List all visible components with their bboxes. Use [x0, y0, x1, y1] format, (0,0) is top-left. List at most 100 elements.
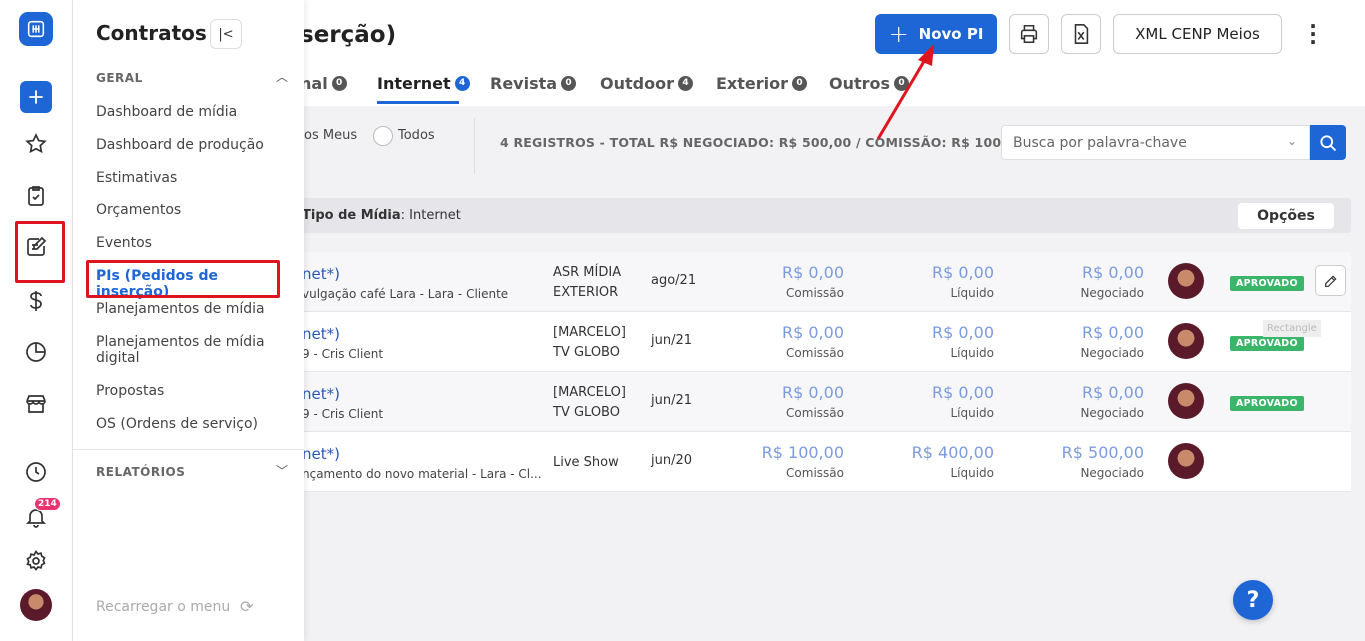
tab-jornal[interactable]: nal 0: [300, 74, 347, 93]
menu-item-dashboard-midia[interactable]: Dashboard de mídia: [96, 104, 286, 120]
new-pi-button[interactable]: + Novo PI: [875, 14, 997, 54]
vehicle-line: TV GLOBO: [553, 405, 620, 420]
user-avatar[interactable]: [20, 589, 52, 621]
plus-icon: +: [888, 20, 909, 48]
help-button[interactable]: ?: [1233, 580, 1273, 620]
avatar: [1168, 443, 1204, 479]
store-icon[interactable]: [19, 387, 53, 421]
radio-todos-label[interactable]: Todos: [398, 128, 435, 143]
negociado-label: Negociado: [1080, 406, 1144, 420]
search-icon: [1320, 134, 1337, 151]
tab-label: Outdoor: [600, 74, 674, 93]
liquido-label: Líquido: [950, 286, 994, 300]
comissao-value: R$ 0,00: [781, 263, 844, 282]
vehicle-line: TV GLOBO: [553, 345, 620, 360]
menu-item-planejamentos-digital[interactable]: Planejamentos de mídia digital: [96, 334, 266, 366]
menu-item-propostas[interactable]: Propostas: [96, 383, 286, 399]
status-badge: APROVADO: [1230, 396, 1304, 411]
tab-label: nal: [300, 74, 328, 93]
negociado-value: R$ 500,00: [1061, 443, 1144, 462]
negociado-label: Negociado: [1080, 346, 1144, 360]
refresh-icon[interactable]: ⟳: [240, 597, 253, 616]
search-button[interactable]: [1310, 125, 1346, 160]
app-logo[interactable]: [19, 12, 53, 46]
new-pi-label: Novo PI: [918, 25, 984, 43]
row-subtitle: nçamento do novo material - Lara - Cl...: [302, 467, 542, 481]
gear-icon[interactable]: [19, 544, 53, 578]
row-date: jun/20: [651, 453, 693, 468]
print-button[interactable]: [1009, 14, 1049, 54]
pie-chart-icon[interactable]: [19, 335, 53, 369]
page-title: serção): [300, 22, 397, 48]
menu-item-estimativas[interactable]: Estimativas: [96, 170, 286, 186]
table-row[interactable]: net*) 9 - Cris Client [MARCELO] TV GLOBO jun…: [290, 372, 1351, 432]
menu-item-dashboard-producao[interactable]: Dashboard de produção: [96, 137, 286, 153]
liquido-label: Líquido: [950, 406, 994, 420]
group-header: Tipo de Mídia: Internet Opções: [290, 198, 1351, 233]
avatar: [1168, 263, 1204, 299]
row-title[interactable]: net*): [302, 385, 340, 403]
tab-revista[interactable]: Revista 0: [490, 74, 577, 93]
row-date: jun/21: [651, 333, 693, 348]
tab-label: Exterior: [716, 74, 789, 93]
tab-outros[interactable]: Outros 0: [829, 74, 910, 93]
xml-cenp-button[interactable]: XML CENP Meios: [1113, 14, 1282, 54]
tab-exterior[interactable]: Exterior 0: [716, 74, 808, 93]
liquido-value: R$ 400,00: [911, 443, 994, 462]
liquido-value: R$ 0,00: [931, 383, 994, 402]
tab-count: 0: [331, 76, 347, 91]
group-label: Tipo de Mídia: Internet: [302, 208, 461, 223]
liquido-label: Líquido: [950, 466, 994, 480]
clipboard-check-icon[interactable]: [19, 179, 53, 213]
search-input[interactable]: Busca por palavra-chave ⌄: [1001, 125, 1310, 160]
negociado-value: R$ 0,00: [1081, 263, 1144, 282]
row-title[interactable]: net*): [302, 445, 340, 463]
export-excel-button[interactable]: [1061, 14, 1101, 54]
star-icon[interactable]: [19, 127, 53, 161]
tab-count: 0: [792, 76, 808, 91]
chevron-down-icon[interactable]: ⌄: [1287, 134, 1297, 148]
vehicle-line: Live Show: [553, 455, 619, 470]
tab-internet[interactable]: Internet 4: [377, 74, 470, 93]
menu-item-os[interactable]: OS (Ordens de serviço): [96, 416, 286, 432]
table-row[interactable]: net*) nçamento do novo material - Lara - …: [290, 432, 1351, 492]
clock-icon[interactable]: [19, 455, 53, 489]
records-summary: 4 REGISTROS - TOTAL R$ NEGOCIADO: R$ 500…: [500, 135, 1024, 150]
menu-item-eventos[interactable]: Eventos: [96, 235, 286, 251]
row-title[interactable]: net*): [302, 265, 340, 283]
menu-title: Contratos: [96, 21, 207, 45]
edit-button[interactable]: [1315, 265, 1346, 296]
vehicle-line: [MARCELO]: [553, 325, 626, 340]
menu-item-orcamentos[interactable]: Orçamentos: [96, 202, 286, 218]
tab-outdoor[interactable]: Outdoor 4: [600, 74, 693, 93]
comissao-label: Comissão: [786, 286, 844, 300]
liquido-value: R$ 0,00: [931, 263, 994, 282]
divider: [474, 118, 475, 174]
row-date: jun/21: [651, 393, 693, 408]
chevron-down-icon[interactable]: ﹀: [276, 462, 288, 479]
menu-item-planejamentos[interactable]: Planejamentos de mídia: [96, 301, 286, 317]
collapse-menu-button[interactable]: |<: [210, 19, 242, 49]
options-button[interactable]: Opções: [1238, 203, 1334, 229]
row-title[interactable]: net*): [302, 325, 340, 343]
row-vehicle: ASR MÍDIA EXTERIOR: [553, 263, 643, 303]
liquido-label: Líquido: [950, 346, 994, 360]
add-icon[interactable]: [19, 80, 53, 114]
chevron-up-icon[interactable]: ︿: [276, 68, 288, 85]
table-row[interactable]: net*) 9 - Cris Client [MARCELO] TV GLOBO jun…: [290, 312, 1351, 372]
dollar-icon[interactable]: [19, 284, 53, 318]
row-subtitle: vulgação café Lara - Lara - Cliente: [302, 287, 509, 301]
table-row[interactable]: net*) vulgação café Lara - Lara - Cliente…: [290, 252, 1351, 312]
negociado-value: R$ 0,00: [1081, 323, 1144, 342]
icon-rail: 214: [0, 0, 73, 641]
radio-meus-label[interactable]: os Meus: [304, 128, 357, 143]
row-vehicle: Live Show: [553, 453, 643, 473]
radio-todos[interactable]: [373, 126, 393, 146]
row-subtitle: 9 - Cris Client: [302, 347, 384, 361]
menu-divider: [73, 449, 304, 450]
reload-menu-link[interactable]: Recarregar o menu: [96, 599, 230, 615]
group-label-value: : Internet: [400, 208, 461, 223]
more-options-icon[interactable]: · · ·: [1305, 16, 1321, 52]
menu-section-geral[interactable]: GERAL: [96, 71, 143, 85]
menu-section-relatorios[interactable]: RELATÓRIOS: [96, 465, 185, 479]
